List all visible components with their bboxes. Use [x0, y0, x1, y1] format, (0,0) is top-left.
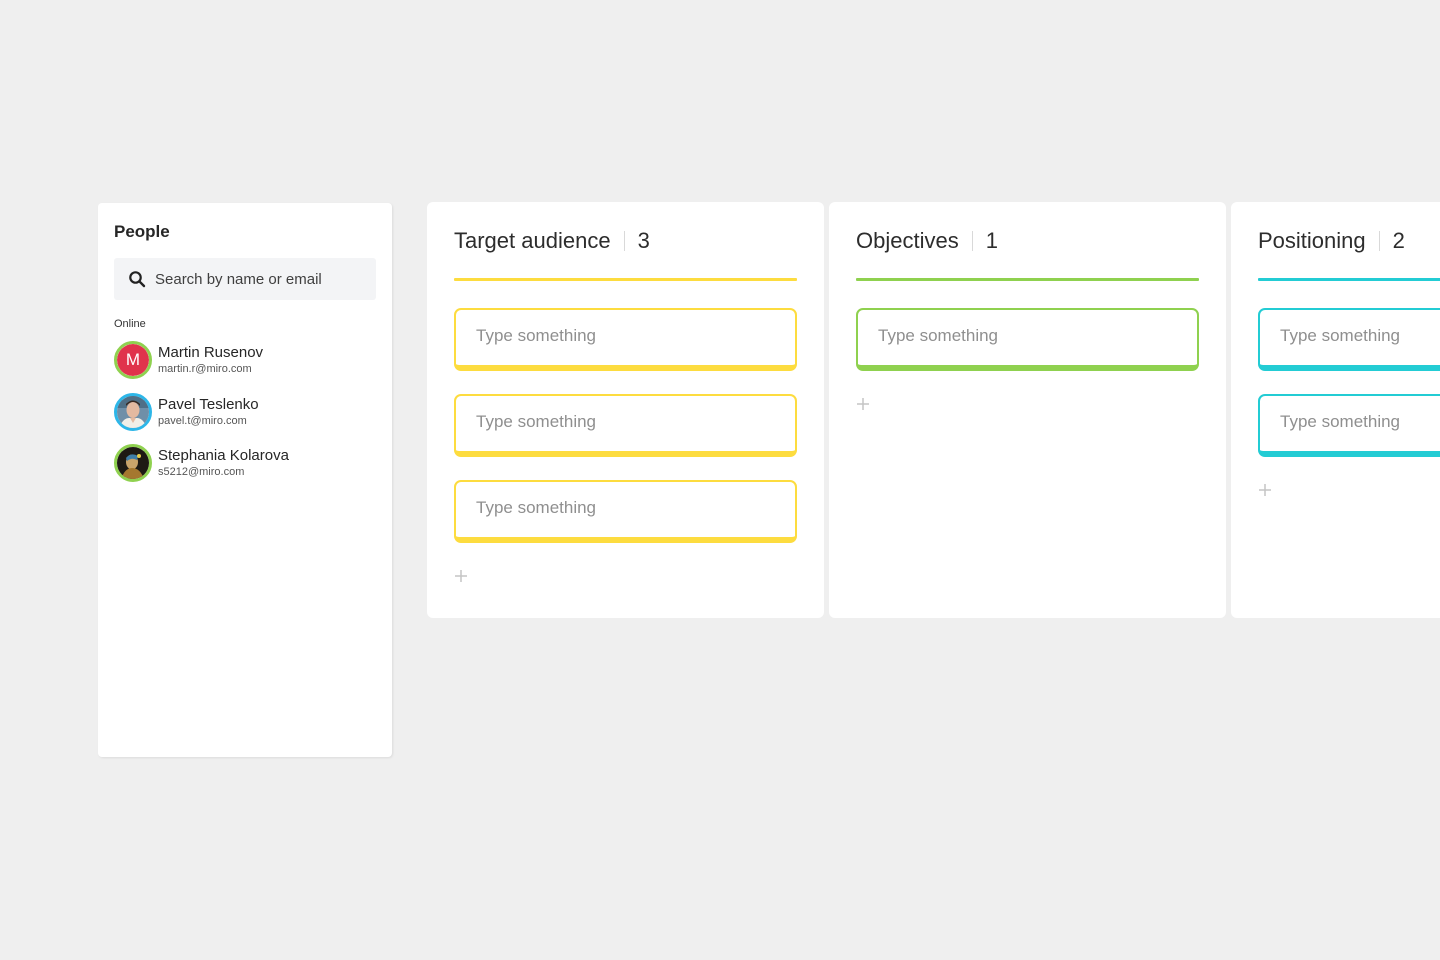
person-name: Stephania Kolarova — [158, 447, 289, 464]
person-item[interactable]: Pavel Teslenko pavel.t@miro.com — [114, 392, 376, 431]
person-name: Martin Rusenov — [158, 344, 264, 361]
column-title: Objectives — [856, 228, 959, 253]
column-header: Positioning 2 — [1258, 226, 1405, 256]
card-input[interactable]: Type something — [856, 308, 1199, 371]
card-list: Type something Type something Type somet… — [454, 308, 797, 566]
person-email: martin.r@miro.com — [158, 363, 252, 375]
people-panel: People Online M Martin Rusenov martin.r@… — [98, 203, 392, 757]
card-list: Type something Type something — [1258, 308, 1440, 480]
person-item[interactable]: Stephania Kolarova s5212@miro.com — [114, 444, 376, 482]
column-positioning: Positioning 2 Type something Type someth… — [1231, 202, 1440, 618]
card-input[interactable]: Type something — [454, 480, 797, 543]
column-accent-line — [856, 278, 1199, 281]
column-header-divider — [623, 231, 625, 251]
online-section-label: Online — [114, 318, 146, 330]
card-list: Type something — [856, 308, 1199, 394]
column-accent-line — [1258, 278, 1440, 281]
column-title: Positioning — [1258, 228, 1366, 253]
avatar — [114, 392, 152, 431]
avatar-photo-icon — [117, 395, 149, 428]
column-header-divider — [1378, 231, 1380, 251]
person-email: pavel.t@miro.com — [158, 414, 247, 427]
column-header-divider — [971, 231, 973, 251]
board-canvas[interactable]: People Online M Martin Rusenov martin.r@… — [0, 0, 1440, 960]
column-count: 3 — [637, 228, 650, 253]
column-accent-line — [454, 278, 797, 281]
people-panel-title: People — [114, 222, 170, 241]
column-count: 1 — [985, 228, 998, 253]
avatar: M — [114, 341, 152, 379]
card-input[interactable]: Type something — [454, 394, 797, 457]
plus-icon[interactable] — [856, 397, 870, 411]
plus-icon[interactable] — [454, 569, 468, 583]
person-email: s5212@miro.com — [158, 466, 245, 478]
card-input[interactable]: Type something — [454, 308, 797, 371]
avatar — [114, 444, 152, 482]
column-target-audience: Target audience 3 Type something Type so… — [427, 202, 824, 618]
people-list: M Martin Rusenov martin.r@miro.com Pavel… — [114, 341, 376, 496]
avatar-photo-icon — [117, 447, 149, 479]
column-header: Target audience 3 — [454, 226, 650, 256]
person-name: Pavel Teslenko — [158, 395, 259, 413]
column-header: Objectives 1 — [856, 226, 998, 256]
search-icon — [128, 270, 146, 288]
avatar-initial: M — [117, 344, 149, 376]
column-count: 2 — [1392, 228, 1405, 253]
column-objectives: Objectives 1 Type something — [829, 202, 1226, 618]
card-input[interactable]: Type something — [1258, 394, 1440, 457]
card-input[interactable]: Type something — [1258, 308, 1440, 371]
column-title: Target audience — [454, 228, 611, 253]
people-search[interactable] — [114, 258, 376, 300]
person-item[interactable]: M Martin Rusenov martin.r@miro.com — [114, 341, 376, 379]
search-input[interactable] — [155, 270, 375, 288]
plus-icon[interactable] — [1258, 483, 1272, 497]
